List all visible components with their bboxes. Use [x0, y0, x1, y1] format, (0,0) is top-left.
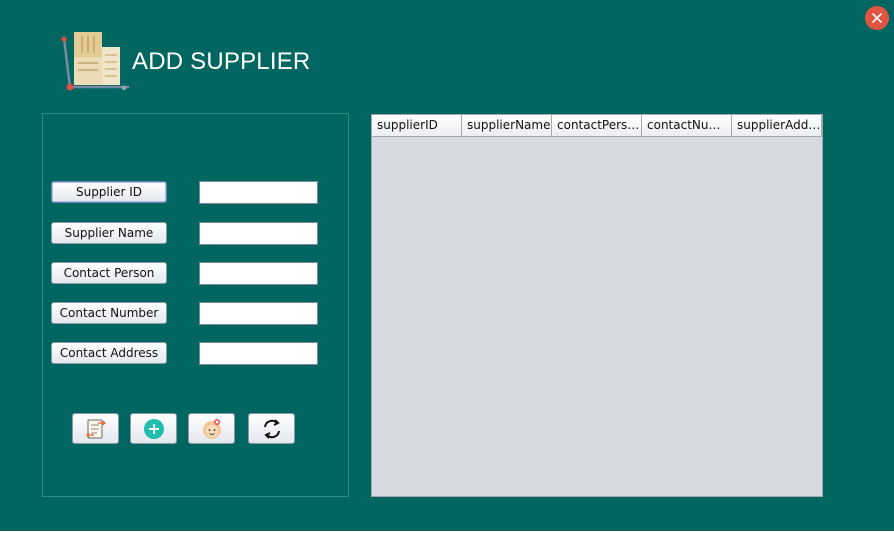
contact-number-button[interactable]: Contact Number — [51, 302, 167, 324]
contact-address-button[interactable]: Contact Address — [51, 342, 167, 364]
supplier-name-button[interactable]: Supplier Name — [51, 222, 167, 244]
column-header-contact-number[interactable]: contactNum... — [642, 115, 732, 136]
delete-button[interactable] — [188, 413, 235, 444]
supplier-id-button[interactable]: Supplier ID — [51, 181, 167, 203]
add-icon — [144, 419, 164, 439]
supplier-cart-icon — [61, 32, 130, 91]
contact-address-field[interactable] — [199, 342, 318, 365]
refresh-button[interactable] — [248, 413, 295, 444]
column-header-supplier-address[interactable]: supplierAddr... — [732, 115, 822, 136]
add-button[interactable] — [130, 413, 177, 444]
column-header-contact-person[interactable]: contactPerson — [552, 115, 642, 136]
supplier-table[interactable]: supplierID supplierName contactPerson co… — [371, 114, 823, 497]
table-header: supplierID supplierName contactPerson co… — [372, 115, 822, 137]
column-header-supplier-name[interactable]: supplierName — [462, 115, 552, 136]
close-button[interactable] — [865, 6, 889, 30]
delete-icon — [203, 419, 221, 439]
update-button[interactable] — [72, 413, 119, 444]
close-icon — [872, 13, 882, 23]
contact-number-field[interactable] — [199, 302, 318, 325]
page-title: ADD SUPPLIER — [132, 48, 311, 75]
supplier-window: ADD SUPPLIER Supplier ID Supplier Name C… — [0, 0, 894, 531]
refresh-icon — [264, 419, 280, 439]
contact-person-field[interactable] — [199, 262, 318, 285]
supplier-name-field[interactable] — [199, 222, 318, 245]
update-document-icon — [86, 419, 106, 439]
column-header-supplier-id[interactable]: supplierID — [372, 115, 462, 136]
contact-person-button[interactable]: Contact Person — [51, 262, 167, 284]
supplier-id-field[interactable] — [199, 181, 318, 204]
